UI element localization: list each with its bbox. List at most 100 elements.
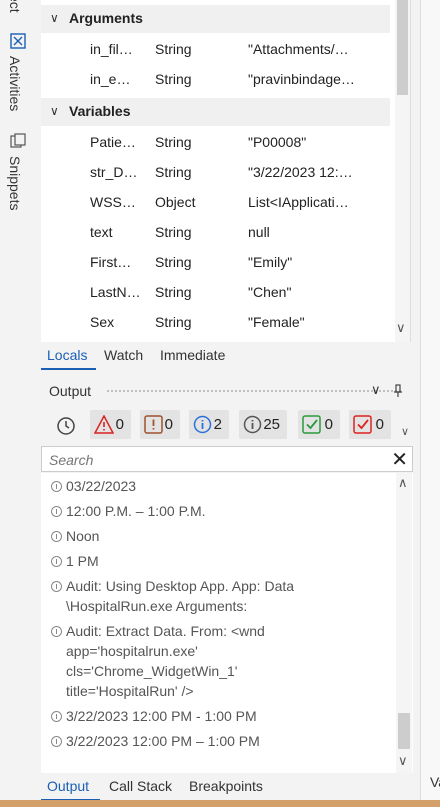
tab-output[interactable]: Output <box>47 778 89 794</box>
info-count: 2 <box>213 416 222 433</box>
activities-icon <box>10 33 26 49</box>
tab-locals[interactable]: Locals <box>47 347 87 363</box>
table-row[interactable]: First… String "Emily" <box>41 248 390 278</box>
error-filter-button[interactable]: 0 <box>90 410 131 439</box>
search-input[interactable] <box>47 451 381 469</box>
success-filter-button[interactable]: 0 <box>298 410 340 439</box>
failure-icon <box>353 415 372 434</box>
section-label: Arguments <box>69 10 143 26</box>
scroll-up-icon[interactable]: ∧ <box>398 475 408 491</box>
variable-name: str_D… <box>90 164 138 180</box>
trace-filter-button[interactable]: 25 <box>239 410 287 439</box>
table-row[interactable]: in_fil… String "Attachments/… <box>41 35 390 65</box>
sidebar-item-snippets[interactable]: Snippets <box>7 156 23 210</box>
table-row[interactable]: Sex String "Female" <box>41 308 390 338</box>
variable-value: "3/22/2023 12:… <box>248 164 353 180</box>
variable-type: Object <box>155 194 196 210</box>
variable-value: List<IApplicati… <box>248 194 349 210</box>
log-text: 03/22/2023 <box>66 478 137 494</box>
error-icon <box>94 415 114 434</box>
table-row[interactable]: LastN… String "Chen" <box>41 278 390 308</box>
drag-handle[interactable] <box>106 389 401 393</box>
trace-count: 25 <box>263 416 280 433</box>
log-text: Audit: Extract Data. From: <wnd app='hos… <box>66 623 265 699</box>
tab-immediate[interactable]: Immediate <box>160 347 225 363</box>
variable-type: String <box>155 164 192 180</box>
chevron-down-icon[interactable]: ∨ <box>371 382 381 398</box>
section-label: Variables <box>69 103 131 119</box>
table-row[interactable]: WSS… Object List<IApplicati… <box>41 188 390 218</box>
variable-type: String <box>155 71 192 87</box>
variable-value: "Female" <box>248 314 305 330</box>
log-text: 1 PM <box>66 553 99 569</box>
log-text: 12:00 P.M. – 1:00 P.M. <box>66 503 206 519</box>
table-row[interactable]: Patie… String "P00008" <box>41 128 390 158</box>
sidebar-item-object[interactable]: ect <box>7 0 23 13</box>
variable-name: Patie… <box>90 134 136 150</box>
output-title: Output <box>49 383 92 399</box>
status-bar <box>0 800 440 807</box>
trace-icon <box>51 711 62 722</box>
trace-icon <box>51 736 62 747</box>
warning-filter-button[interactable]: 0 <box>140 410 180 439</box>
variable-type: String <box>155 41 192 57</box>
table-row[interactable]: str_D… String "3/22/2023 12:… <box>41 158 390 188</box>
success-icon <box>302 415 321 434</box>
failure-filter-button[interactable]: 0 <box>349 410 391 439</box>
active-tab-indicator <box>41 368 96 370</box>
variable-name: Sex <box>90 314 115 330</box>
failure-count: 0 <box>375 416 384 433</box>
variable-name: LastN… <box>90 284 141 300</box>
variable-type: String <box>155 284 192 300</box>
tab-call-stack[interactable]: Call Stack <box>109 778 172 794</box>
error-count: 0 <box>115 416 124 433</box>
log-text: Audit: Using Desktop App. App: Data \Hos… <box>66 578 295 614</box>
variable-name: in_e… <box>90 71 131 87</box>
trace-icon <box>51 626 62 637</box>
table-row[interactable]: text String null <box>41 218 390 248</box>
right-panel-label[interactable]: Va <box>430 774 440 790</box>
trace-icon <box>243 415 262 434</box>
locals-scroll-thumb[interactable] <box>397 0 408 95</box>
table-row[interactable]: in_e… String "pravinbindage… <box>41 65 390 95</box>
close-icon[interactable]: ✕ <box>391 447 408 472</box>
output-log: 03/22/2023 12:00 P.M. – 1:00 P.M. Noon 1… <box>41 473 413 773</box>
trace-icon <box>51 556 62 567</box>
variable-value: "pravinbindage… <box>248 71 355 87</box>
variable-value: "P00008" <box>248 134 307 150</box>
variable-name: WSS… <box>90 194 136 210</box>
variable-name: First… <box>90 254 132 270</box>
snippets-icon <box>10 133 26 148</box>
trace-icon <box>51 506 62 517</box>
tab-breakpoints[interactable]: Breakpoints <box>189 778 263 794</box>
info-icon <box>193 415 212 434</box>
output-tabs: Output Call Stack Breakpoints <box>41 773 410 801</box>
output-scroll-thumb[interactable] <box>398 713 410 749</box>
arguments-section-header[interactable]: ∨ Arguments <box>41 5 390 33</box>
scroll-down-icon[interactable]: ∨ <box>398 753 408 769</box>
sidebar-item-activities[interactable]: Activities <box>7 56 23 111</box>
more-filters-icon[interactable]: ∨ <box>401 425 409 438</box>
variable-name: in_fil… <box>90 41 133 57</box>
clock-icon[interactable] <box>56 416 76 436</box>
variables-section-header[interactable]: ∨ Variables <box>41 98 390 126</box>
info-filter-button[interactable]: 2 <box>189 410 229 439</box>
variable-type: String <box>155 254 192 270</box>
variable-type: String <box>155 314 192 330</box>
success-count: 0 <box>324 416 333 433</box>
log-text: 3/22/2023 12:00 PM – 1:00 PM <box>66 733 260 749</box>
side-panel-bar: ect Activities Snippets <box>0 0 36 800</box>
warning-icon <box>144 415 163 434</box>
variable-type: String <box>155 224 192 240</box>
output-search: ✕ <box>41 446 413 472</box>
debug-tabs: Locals Watch Immediate <box>41 342 410 370</box>
scroll-down-icon[interactable]: ∨ <box>396 320 406 336</box>
log-text: 3/22/2023 12:00 PM - 1:00 PM <box>66 708 257 724</box>
tab-watch[interactable]: Watch <box>104 347 143 363</box>
variable-value: null <box>248 224 270 240</box>
variable-value: "Chen" <box>248 284 292 300</box>
trace-icon <box>51 531 62 542</box>
output-header: Output ∨ <box>41 377 410 405</box>
chevron-down-icon: ∨ <box>50 104 59 118</box>
pin-icon[interactable] <box>393 384 403 398</box>
